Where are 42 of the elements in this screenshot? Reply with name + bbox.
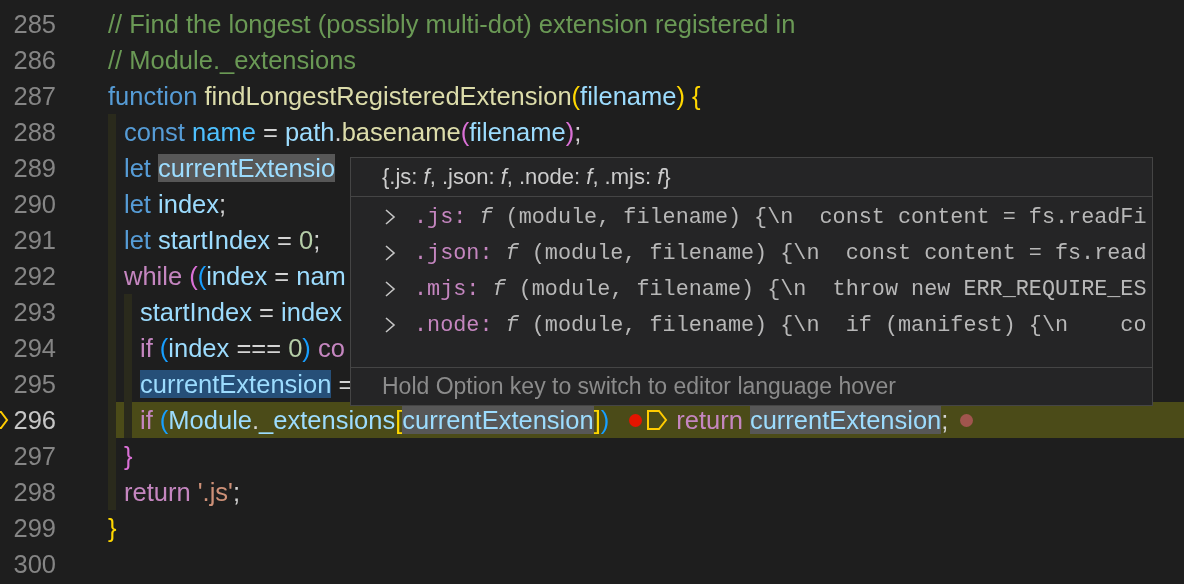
line-number: 285	[12, 9, 56, 39]
hover-title: {.js: f, .json: f, .node: f, .mjs: f}	[351, 158, 1152, 197]
line-number: 287	[12, 81, 56, 111]
line-number: 295	[12, 369, 56, 399]
code-text: let index;	[124, 189, 227, 219]
line-number: 294	[12, 333, 56, 363]
code-text: let currentExtensio	[124, 153, 336, 183]
code-text: function findLongestRegisteredExtension(filename) {	[108, 81, 701, 111]
property-text[interactable]: .json: f (module, filename) {\n const content = fs.read	[414, 240, 1147, 266]
line-number: 297	[12, 441, 56, 471]
code-text: return currentExtension;	[676, 405, 949, 435]
property-text[interactable]: .mjs: f (module, filename) {\n throw new ERR_REQUIRE_ES	[414, 276, 1147, 302]
line-number: 291	[12, 225, 56, 255]
code-text: let startIndex = 0;	[124, 225, 321, 255]
line-number: 296	[12, 405, 56, 435]
code-text: const name = path.basename(filename);	[124, 117, 582, 147]
line-number: 286	[12, 45, 56, 75]
line-number: 288	[12, 117, 56, 147]
inline-stop-icon	[646, 409, 669, 431]
code-text: if (Module._extensions[currentExtension])	[140, 405, 610, 435]
chevron-right-icon[interactable]	[384, 207, 396, 227]
code-text: }	[124, 441, 133, 471]
code-text: return '.js';	[124, 477, 241, 507]
line-number: 290	[12, 189, 56, 219]
code-text: if (index === 0) co	[140, 333, 345, 363]
code-text: startIndex = index	[140, 297, 342, 327]
property-text[interactable]: .node: f (module, filename) {\n if (manifest) {\n co	[414, 312, 1147, 338]
line-number: 289	[12, 153, 56, 183]
hover-hint: Hold Option key to switch to editor language hover	[381, 372, 897, 401]
code-text: // Find the longest (possibly multi-dot) extension registered in	[108, 9, 796, 39]
chevron-right-icon[interactable]	[384, 315, 396, 335]
chevron-right-icon[interactable]	[384, 279, 396, 299]
line-number: 298	[12, 477, 56, 507]
chevron-right-icon[interactable]	[384, 243, 396, 263]
line-number: 292	[12, 261, 56, 291]
line-number: 300	[12, 549, 56, 579]
line-number: 293	[12, 297, 56, 327]
property-text[interactable]: .js: f (module, filename) {\n const content = fs.readFi	[414, 204, 1147, 230]
code-text: }	[108, 513, 117, 543]
code-text: // Module._extensions	[108, 45, 357, 75]
line-number: 299	[12, 513, 56, 543]
code-text: while ((index = nam	[124, 261, 346, 291]
